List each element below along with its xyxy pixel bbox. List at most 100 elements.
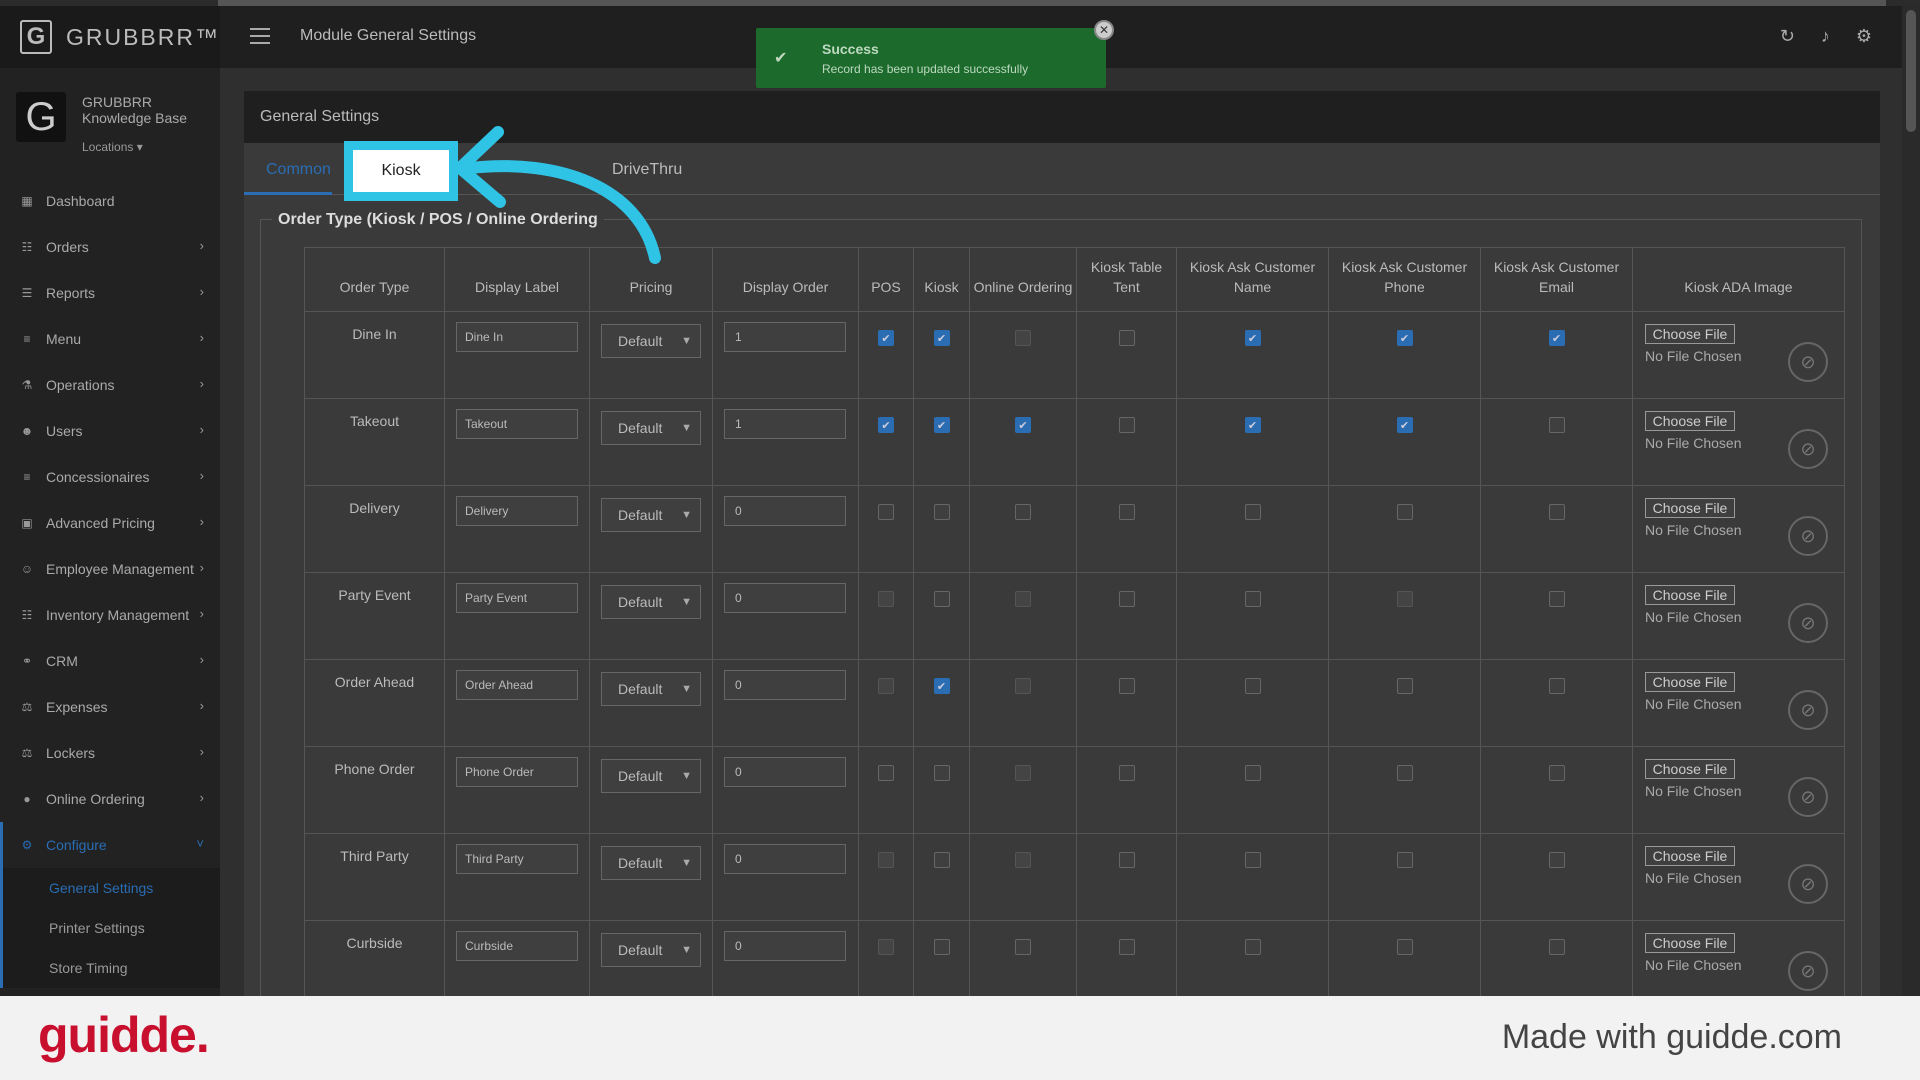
sidebar-item-inventory-management[interactable]: ☷ Inventory Management › (0, 592, 220, 638)
sidebar-item-crm[interactable]: ⚭ CRM › (0, 638, 220, 684)
checkbox[interactable] (1244, 939, 1261, 955)
checkbox[interactable] (933, 852, 950, 868)
sidebar-item-dashboard[interactable]: ▦ Dashboard (0, 178, 220, 224)
scrollbar-thumb[interactable] (1906, 10, 1916, 132)
checkbox[interactable]: ✔ (933, 330, 950, 346)
display-label-input[interactable]: Phone Order (456, 757, 578, 787)
bell-icon[interactable]: ♪ (1821, 26, 1830, 47)
choose-file-button[interactable]: Choose File (1645, 933, 1735, 953)
checkbox[interactable] (1396, 765, 1413, 781)
checkbox[interactable] (1548, 939, 1565, 955)
choose-file-button[interactable]: Choose File (1645, 759, 1735, 779)
choose-file-button[interactable]: Choose File (1645, 585, 1735, 605)
display-label-input[interactable]: Delivery (456, 496, 578, 526)
checkbox[interactable] (1244, 504, 1261, 520)
checkbox[interactable]: ✔ (933, 417, 950, 433)
checkbox[interactable]: ✔ (933, 678, 950, 694)
checkbox[interactable] (1118, 852, 1135, 868)
sidebar-subitem-printer-settings[interactable]: Printer Settings (3, 908, 220, 948)
checkbox[interactable] (878, 504, 894, 520)
checkbox[interactable] (878, 765, 894, 781)
sidebar-item-users[interactable]: ☻ Users › (0, 408, 220, 454)
display-label-input[interactable]: Curbside (456, 931, 578, 961)
display-label-input[interactable]: Order Ahead (456, 670, 578, 700)
checkbox[interactable]: ✔ (1396, 330, 1413, 346)
checkbox[interactable] (1396, 678, 1413, 694)
checkbox[interactable]: ✔ (1396, 417, 1413, 433)
hamburger-menu-icon[interactable] (250, 28, 270, 44)
display-label-input[interactable]: Third Party (456, 844, 578, 874)
display-label-input[interactable]: Dine In (456, 322, 578, 352)
checkbox[interactable] (1548, 417, 1565, 433)
checkbox[interactable] (933, 591, 950, 607)
display-order-input[interactable]: 0 (724, 931, 846, 961)
checkbox[interactable] (933, 504, 950, 520)
choose-file-button[interactable]: Choose File (1645, 846, 1735, 866)
checkbox[interactable]: ✔ (1244, 417, 1261, 433)
choose-file-button[interactable]: Choose File (1645, 411, 1735, 431)
checkbox[interactable]: ✔ (878, 417, 894, 433)
sidebar-subitem-store-timing[interactable]: Store Timing (3, 948, 220, 988)
sidebar-item-operations[interactable]: ⚗ Operations › (0, 362, 220, 408)
checkbox[interactable] (1118, 417, 1135, 433)
sidebar-item-expenses[interactable]: ⚖ Expenses › (0, 684, 220, 730)
checkbox[interactable] (1118, 591, 1135, 607)
pricing-select[interactable]: Default ▼ (601, 933, 701, 967)
checkbox[interactable] (1118, 678, 1135, 694)
display-order-input[interactable]: 0 (724, 670, 846, 700)
checkbox[interactable] (1015, 504, 1031, 520)
choose-file-button[interactable]: Choose File (1645, 324, 1735, 344)
checkbox[interactable] (1118, 939, 1135, 955)
pricing-select[interactable]: Default ▼ (601, 846, 701, 880)
choose-file-button[interactable]: Choose File (1645, 498, 1735, 518)
pricing-select[interactable]: Default ▼ (601, 411, 701, 445)
pricing-select[interactable]: Default ▼ (601, 585, 701, 619)
checkbox[interactable] (1015, 939, 1031, 955)
checkbox[interactable] (1548, 852, 1565, 868)
pricing-select[interactable]: Default ▼ (601, 672, 701, 706)
sidebar-item-menu[interactable]: ≡ Menu › (0, 316, 220, 362)
pricing-select[interactable]: Default ▼ (601, 324, 701, 358)
pricing-select[interactable]: Default ▼ (601, 759, 701, 793)
sidebar-item-reports[interactable]: ☰ Reports › (0, 270, 220, 316)
checkbox[interactable] (1118, 765, 1135, 781)
sidebar-item-orders[interactable]: ☷ Orders › (0, 224, 220, 270)
gear-icon[interactable]: ⚙ (1856, 26, 1872, 47)
brand[interactable]: G GRUBBRR™ (0, 6, 220, 68)
checkbox[interactable] (1244, 678, 1261, 694)
checkbox[interactable] (1548, 591, 1565, 607)
close-icon[interactable]: ✕ (1094, 20, 1114, 40)
page-scrollbar[interactable] (1902, 6, 1920, 996)
pricing-select[interactable]: Default ▼ (601, 498, 701, 532)
refresh-icon[interactable]: ↻ (1780, 26, 1795, 47)
display-order-input[interactable]: 0 (724, 583, 846, 613)
checkbox[interactable] (1396, 939, 1413, 955)
choose-file-button[interactable]: Choose File (1645, 672, 1735, 692)
display-order-input[interactable]: 1 (724, 409, 846, 439)
checkbox[interactable] (1244, 852, 1261, 868)
sidebar-item-concessionaires[interactable]: ≡ Concessionaires › (0, 454, 220, 500)
sidebar-item-employee-management[interactable]: ☺ Employee Management › (0, 546, 220, 592)
sidebar-item-lockers[interactable]: ⚖ Lockers › (0, 730, 220, 776)
display-label-input[interactable]: Party Event (456, 583, 578, 613)
checkbox[interactable]: ✔ (878, 330, 894, 346)
display-order-input[interactable]: 1 (724, 322, 846, 352)
checkbox[interactable] (1244, 591, 1261, 607)
checkbox[interactable] (933, 939, 950, 955)
checkbox[interactable]: ✔ (1548, 330, 1565, 346)
display-order-input[interactable]: 0 (724, 496, 846, 526)
checkbox[interactable] (933, 765, 950, 781)
tab-common[interactable]: Common (266, 161, 331, 179)
display-order-input[interactable]: 0 (724, 844, 846, 874)
checkbox[interactable] (1548, 678, 1565, 694)
sidebar-item-online-ordering[interactable]: ● Online Ordering › (0, 776, 220, 822)
checkbox[interactable] (1548, 504, 1565, 520)
display-order-input[interactable]: 0 (724, 757, 846, 787)
sidebar-item-configure[interactable]: ⚙ Configure ˅ (0, 822, 220, 868)
checkbox[interactable]: ✔ (1015, 417, 1031, 433)
sidebar-subitem-general-settings[interactable]: General Settings (3, 868, 220, 908)
locations-dropdown[interactable]: Locations ▾ (82, 140, 143, 154)
checkbox[interactable] (1244, 765, 1261, 781)
checkbox[interactable] (1396, 852, 1413, 868)
display-label-input[interactable]: Takeout (456, 409, 578, 439)
